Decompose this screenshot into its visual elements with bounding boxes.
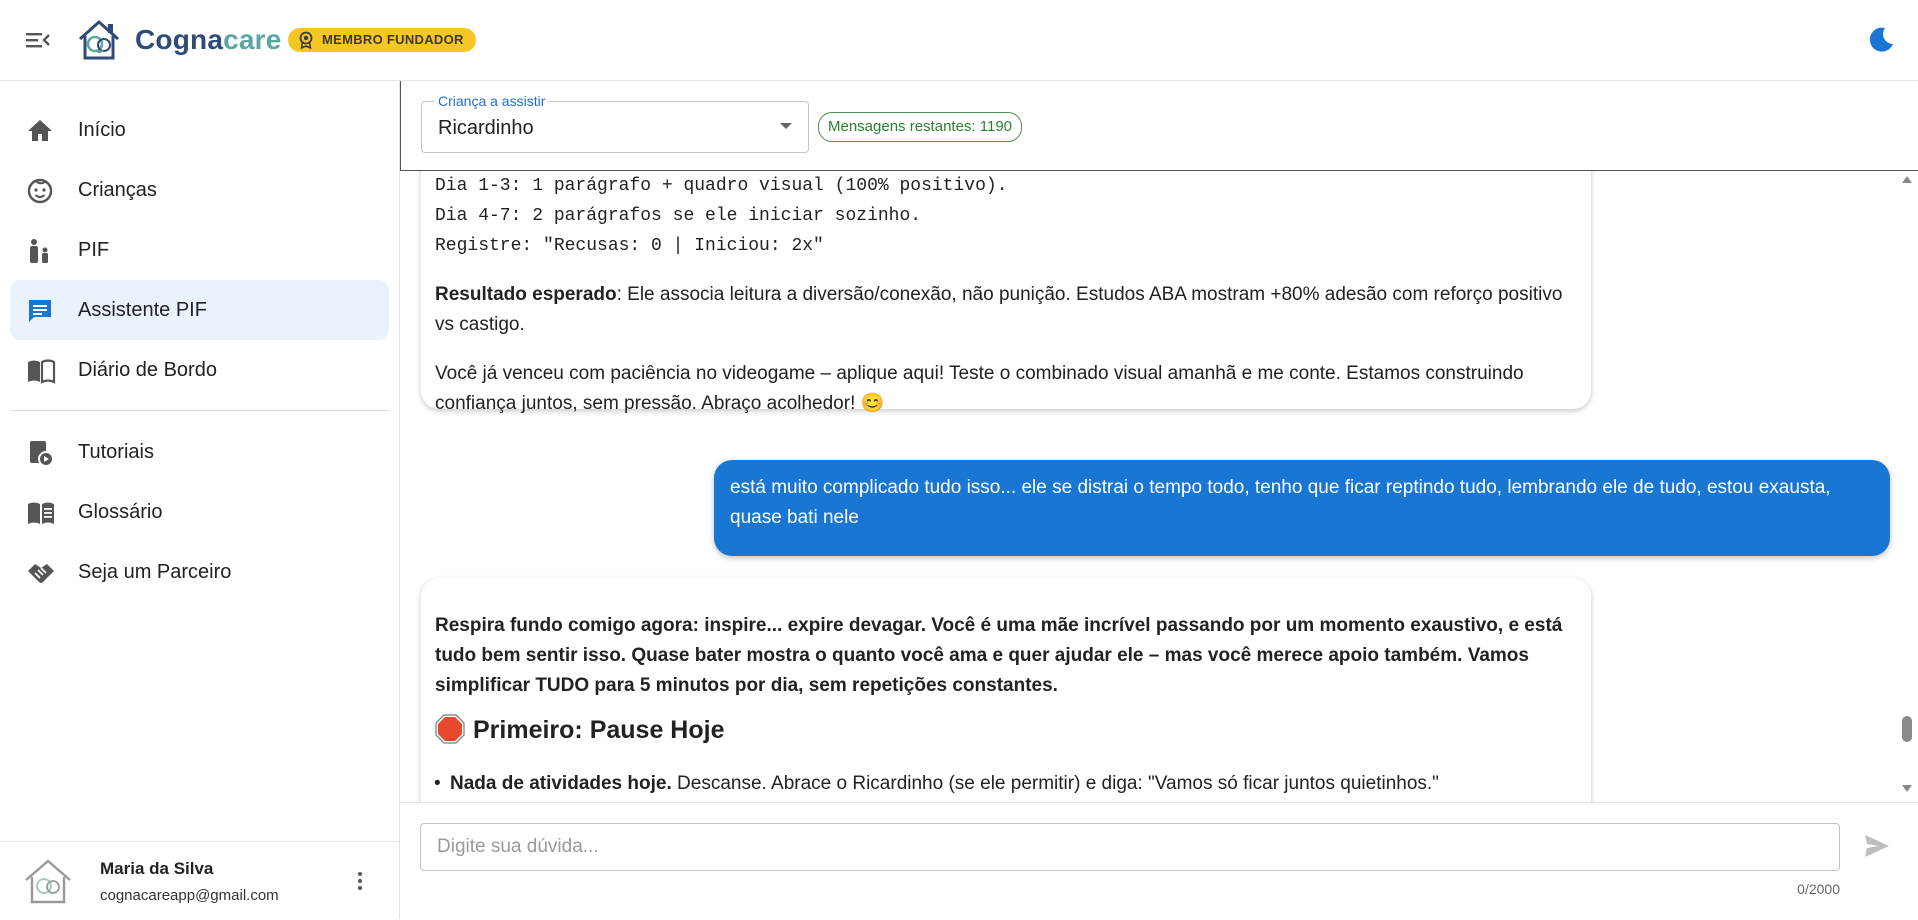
medal-icon: [299, 31, 313, 49]
message-input[interactable]: [420, 823, 1840, 871]
sidebar-item-tutoriais[interactable]: Tutoriais: [10, 422, 389, 482]
more-options-icon[interactable]: [352, 870, 368, 892]
sidebar-item-inicio[interactable]: Início: [10, 100, 389, 160]
home-icon: [28, 120, 52, 141]
cognacare-logo: [74, 17, 124, 63]
user-message-text: está muito complicado tudo isso... ele s…: [730, 477, 1831, 528]
assistant-header: Criança a assistir Ricardinho Mensagens …: [400, 81, 1918, 171]
list-item-text: Descanse. Abrace o Ricardinho (se ele pe…: [671, 773, 1439, 794]
sidebar-item-label: Assistente PIF: [78, 299, 207, 321]
character-counter: 0/2000: [1797, 881, 1840, 897]
handshake-icon: [28, 564, 54, 583]
result-label: Resultado esperado: [435, 284, 617, 305]
scroll-up-arrow[interactable]: [1902, 176, 1912, 183]
chat-icon: [29, 300, 51, 322]
child-select[interactable]: Criança a assistir Ricardinho: [421, 93, 809, 153]
child-select-label: Criança a assistir: [434, 93, 550, 109]
messages-remaining-chip: Mensagens restantes: 1190: [818, 112, 1023, 142]
sidebar-item-seja-um-parceiro[interactable]: Seja um Parceiro: [10, 542, 389, 602]
brand-part1: Cogna: [135, 24, 224, 55]
list-item: Nada de atividades hoje. Descanse. Abrac…: [434, 769, 1590, 799]
user-message: está muito complicado tudo isso... ele s…: [714, 460, 1890, 556]
chevron-down-icon: [780, 123, 792, 129]
sidebar-divider: [10, 410, 389, 411]
scroll-down-arrow[interactable]: [1902, 785, 1912, 792]
user-email: cognacareapp@gmail.com: [100, 887, 279, 904]
sidebar-item-label: Crianças: [78, 179, 157, 201]
sidebar-item-pif[interactable]: PIF: [10, 220, 389, 280]
send-icon[interactable]: [1862, 831, 1892, 861]
section-heading-text: Primeiro: Pause Hoje: [473, 716, 725, 744]
sidebar-item-assistente-pif[interactable]: Assistente PIF: [10, 280, 389, 340]
sidebar-item-criancas[interactable]: Crianças: [10, 160, 389, 220]
founder-badge: MEMBRO FUNDADOR: [288, 28, 476, 52]
sidebar-item-label: Diário de Bordo: [78, 359, 217, 381]
code-line: Registre: "Recusas: 0 | Iniciou: 2x": [435, 236, 824, 256]
sidebar-item-label: Início: [78, 119, 126, 141]
intro-paragraph: Respira fundo comigo agora: inspire... e…: [435, 615, 1563, 696]
scrollbar-thumb[interactable]: [1902, 716, 1912, 742]
dark-mode-toggle-icon[interactable]: [1866, 24, 1896, 54]
family-icon: [30, 239, 48, 263]
video-library-icon: [30, 441, 54, 467]
result-paragraph: Resultado esperado: Ele associa leitura …: [435, 280, 1575, 340]
brand-part2: care: [223, 24, 282, 55]
menu-book-icon: [28, 502, 54, 524]
sidebar: Início Crianças PIF Assistente PIF Diári…: [0, 81, 400, 919]
child-select-value: Ricardinho: [438, 117, 534, 139]
brand-name: Cognacare: [135, 24, 282, 56]
user-name: Maria da Silva: [100, 859, 214, 878]
collapse-menu-icon[interactable]: [24, 27, 52, 53]
closing-paragraph: Você já venceu com paciência no videogam…: [435, 363, 1524, 414]
code-line: Dia 4-7: 2 parágrafos se ele iniciar soz…: [435, 206, 922, 226]
sidebar-item-label: PIF: [78, 239, 110, 261]
stop-sign-icon: [435, 714, 465, 751]
badge-label: MEMBRO FUNDADOR: [322, 32, 464, 47]
user-profile: Maria da Silva cognacareapp@gmail.com: [0, 841, 399, 920]
chat-messages: Dia 1-3: 1 parágrafo + quadro visual (10…: [400, 171, 1918, 802]
sidebar-item-glossario[interactable]: Glossário: [10, 482, 389, 542]
message-composer: 0/2000: [400, 802, 1918, 920]
sidebar-item-label: Tutoriais: [78, 441, 154, 463]
section-heading: Primeiro: Pause Hoje: [435, 714, 724, 751]
sidebar-item-diario-de-bordo[interactable]: Diário de Bordo: [10, 340, 389, 400]
book-icon: [28, 359, 56, 384]
avatar: [20, 856, 76, 908]
sidebar-item-label: Glossário: [78, 501, 163, 523]
code-line: Dia 1-3: 1 parágrafo + quadro visual (10…: [435, 176, 1008, 196]
list-item-bold: Nada de atividades hoje.: [450, 773, 672, 794]
top-app-bar: Cognacare MEMBRO FUNDADOR: [0, 0, 1918, 81]
child-face-icon: [27, 178, 53, 204]
sidebar-item-label: Seja um Parceiro: [78, 561, 232, 583]
